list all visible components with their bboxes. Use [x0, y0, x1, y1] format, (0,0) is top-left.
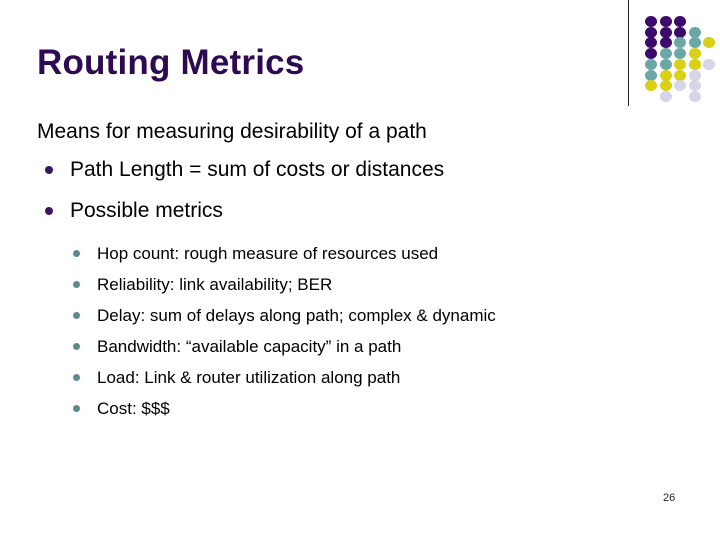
list-item-label: Delay: sum of delays along path; complex…: [97, 306, 496, 325]
filled-circle-bullet-icon: [73, 312, 80, 319]
decorative-dot: [688, 90, 701, 102]
decorative-dot: [688, 37, 701, 49]
decorative-dot: [645, 48, 657, 60]
filled-circle-bullet-icon: [73, 374, 80, 381]
decorative-dot: [688, 48, 701, 60]
filled-circle-bullet-icon: [73, 250, 80, 257]
bullet-level1-lead: Means for measuring desirability of a pa…: [37, 120, 427, 143]
filled-circle-bullet-icon: [73, 343, 80, 350]
filled-circle-bullet-icon: [73, 281, 80, 288]
list-item: Bandwidth: “available capacity” in a pat…: [0, 331, 720, 362]
filled-circle-bullet-icon: [45, 166, 53, 174]
decorative-dot: [645, 80, 657, 92]
list-item: Load: Link & router utilization along pa…: [0, 362, 720, 393]
decorative-dot: [688, 26, 701, 38]
decorative-dot: [645, 37, 657, 49]
decorative-dot: [674, 48, 687, 60]
decorative-dot: [674, 37, 687, 49]
decorative-dot: [688, 80, 701, 92]
decorative-dot: [659, 80, 672, 92]
bullet-level2-list: Path Length = sum of costs or distances …: [0, 151, 720, 230]
decorative-dot: [703, 58, 716, 70]
decorative-dot-grid: [645, 16, 717, 104]
decorative-dot: [659, 69, 672, 81]
decorative-dot: [674, 80, 687, 92]
decorative-vertical-rule: [628, 0, 629, 106]
decorative-dot: [703, 37, 716, 49]
decorative-dot: [674, 16, 687, 27]
filled-circle-bullet-icon: [45, 207, 53, 215]
decorative-dot: [645, 69, 657, 81]
decorative-dot: [659, 48, 672, 60]
list-item: Delay: sum of delays along path; complex…: [0, 300, 720, 331]
decorative-dot: [659, 90, 672, 102]
list-item: Possible metrics: [0, 192, 720, 230]
decorative-dot: [688, 58, 701, 70]
list-item-label: Hop count: rough measure of resources us…: [97, 244, 439, 263]
list-item: Hop count: rough measure of resources us…: [0, 238, 720, 269]
decorative-dot: [659, 26, 672, 38]
decorative-dot: [674, 26, 687, 38]
list-item: Reliability: link availability; BER: [0, 269, 720, 300]
list-item-label: Cost: $$$: [97, 399, 170, 418]
bullet-level3-list: Hop count: rough measure of resources us…: [0, 238, 720, 424]
decorative-dot: [659, 37, 672, 49]
list-item-label: Load: Link & router utilization along pa…: [97, 368, 401, 387]
decorative-dot: [659, 58, 672, 70]
list-item: Path Length = sum of costs or distances: [0, 151, 720, 189]
decorative-dot: [674, 69, 687, 81]
page-number: 26: [663, 492, 676, 504]
decorative-dot: [645, 26, 657, 38]
list-item-label: Reliability: link availability; BER: [97, 275, 333, 294]
list-item: Cost: $$$: [0, 393, 720, 424]
decorative-dot: [659, 16, 672, 27]
page-title: Routing Metrics: [37, 43, 305, 82]
list-item-label: Path Length = sum of costs or distances: [70, 158, 445, 181]
filled-circle-bullet-icon: [73, 405, 80, 412]
slide-canvas: Routing Metrics Means for measuring desi…: [0, 0, 720, 540]
list-item-label: Possible metrics: [70, 199, 223, 222]
decorative-dot: [674, 58, 687, 70]
slide-body: Means for measuring desirability of a pa…: [0, 118, 720, 424]
decorative-dot: [645, 58, 657, 70]
decorative-dot: [688, 69, 701, 81]
list-item-label: Bandwidth: “available capacity” in a pat…: [97, 337, 402, 356]
decorative-dot: [645, 16, 657, 27]
